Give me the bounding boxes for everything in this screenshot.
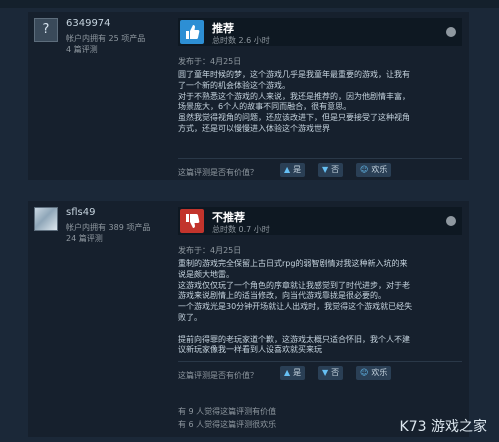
- smiley-icon: ☺: [360, 368, 369, 377]
- review-verdict: 推荐: [212, 22, 234, 35]
- review-card: ? 6349974 帐户内拥有 25 项产品 4 篇评测 推荐 总时数 2.6 …: [28, 12, 469, 180]
- vote-no-button[interactable]: ▼ 否: [318, 163, 344, 177]
- vote-no-label: 否: [331, 368, 340, 377]
- vote-funny-label: 欢乐: [371, 368, 388, 377]
- review-line: 重制的游戏完全保留上古日式rpg的弱智剧情对我这种新入坑的来: [178, 259, 408, 268]
- helpful-question: 这篇评测是否有价值？: [178, 371, 258, 380]
- review-line: 场景庞大，6个人的故事不同而融合，很有意思。: [178, 102, 352, 112]
- smiley-icon: ☺: [360, 165, 369, 174]
- helpful-count: 有 9 人觉得这篇评测有价值: [178, 407, 277, 416]
- vote-no-label: 否: [331, 165, 340, 174]
- vote-yes-button[interactable]: ▲ 是: [280, 366, 306, 380]
- reviewer-name[interactable]: sfls49: [66, 207, 95, 218]
- vote-no-button[interactable]: ▼ 否: [318, 366, 344, 380]
- review-line: 虽然我觉得视角的问题，还应该改进下，但是只要接受了这种视角: [178, 113, 410, 123]
- posted-date: 发布于：4月25日: [178, 246, 242, 255]
- thumbs-down-icon: [180, 209, 204, 233]
- divider: [178, 158, 462, 159]
- reviewer-review-count[interactable]: 24 篇评测: [66, 233, 103, 244]
- vote-yes-label: 是: [293, 165, 302, 174]
- helpful-question: 这篇评测是否有价值？: [178, 168, 258, 177]
- vote-funny-label: 欢乐: [371, 165, 388, 174]
- reviewer-review-count[interactable]: 4 篇评测: [66, 44, 98, 55]
- review-line: 说是颇大地雷。: [178, 269, 234, 279]
- review-body: 重制的游戏完全保留上古日式rpg的弱智剧情对我这种新入坑的来 说是颇大地雷。 这…: [178, 259, 468, 356]
- avatar[interactable]: ?: [34, 18, 58, 42]
- reviewer-product-count[interactable]: 帐户内拥有 25 项产品: [66, 33, 145, 44]
- vote-yes-button[interactable]: ▲ 是: [280, 163, 306, 177]
- review-line: 了一个新的机会体验这个游戏。: [178, 80, 290, 90]
- review-line: 败了。: [178, 312, 202, 322]
- vote-funny-button[interactable]: ☺ 欢乐: [356, 366, 392, 380]
- review-line: 一个游戏光是30分钟开场就让人出戏时，我觉得这个游戏就已经失: [178, 302, 413, 312]
- review-line: 提前向得罪的老玩家道个歉，这游戏太概只适合怀旧，我个人不建: [178, 334, 410, 344]
- review-blank-line: [178, 324, 468, 335]
- review-line: 这游戏仅仅玩了一个角色的序章就让我感觉到了时代进步，对于老: [178, 280, 410, 290]
- thumbs-up-icon: ▲: [284, 368, 291, 377]
- review-verdict: 不推荐: [212, 211, 245, 224]
- reviewer-name[interactable]: 6349974: [66, 18, 111, 29]
- hours-played: 总时数 2.6 小时: [212, 36, 270, 45]
- review-card: sfls49 帐户内拥有 389 项产品 24 篇评测 不推荐 总时数 0.7 …: [28, 201, 469, 437]
- top-bar: [0, 0, 499, 8]
- thumbs-down-icon: ▼: [322, 368, 329, 377]
- reviewer-product-count[interactable]: 帐户内拥有 389 项产品: [66, 222, 150, 233]
- posted-date: 发布于：4月25日: [178, 57, 242, 66]
- steam-icon: [446, 216, 456, 226]
- review-body: 圆了童年时候的梦，这个游戏几乎是我童年最重要的游戏，让我有 了一个新的机会体验这…: [178, 70, 468, 135]
- review-line: 议新玩家像我一样看到人设喜欢就买来玩: [178, 345, 322, 355]
- review-line: 圆了童年时候的梦，这个游戏几乎是我童年最重要的游戏，让我有: [178, 70, 410, 79]
- thumbs-up-icon: [180, 20, 204, 44]
- review-line: 对于不熟悉这个游戏的人来说，我还是推荐的，因为他剧情丰富，: [178, 91, 410, 101]
- hours-played: 总时数 0.7 小时: [212, 225, 270, 234]
- steam-icon: [446, 27, 456, 37]
- vote-yes-label: 是: [293, 368, 302, 377]
- vote-funny-button[interactable]: ☺ 欢乐: [356, 163, 392, 177]
- avatar[interactable]: [34, 207, 58, 231]
- divider: [178, 361, 462, 362]
- thumbs-down-icon: ▼: [322, 165, 329, 174]
- review-line: 游戏来说剧情上的适当修改，向当代游戏靠拢是很必要的。: [178, 291, 386, 301]
- thumbs-up-icon: ▲: [284, 165, 291, 174]
- review-line: 方式，还是可以慢慢进入体验这个游戏世界: [178, 123, 330, 133]
- funny-count: 有 6 人觉得这篇评测很欢乐: [178, 420, 277, 429]
- review-header: 不推荐 总时数 0.7 小时: [178, 207, 462, 235]
- review-header: 推荐 总时数 2.6 小时: [178, 18, 462, 46]
- watermark-logo: K73 游戏之家: [399, 419, 487, 435]
